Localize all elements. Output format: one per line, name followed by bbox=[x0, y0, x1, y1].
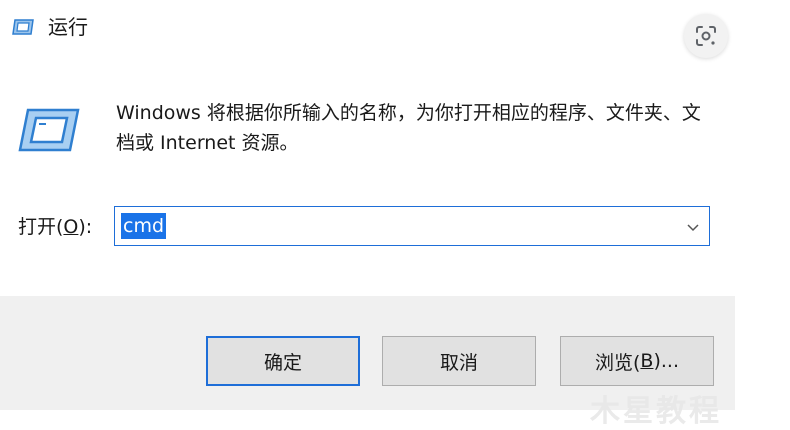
run-app-icon bbox=[12, 18, 34, 36]
window-title: 运行 bbox=[48, 15, 88, 39]
open-input-value[interactable]: cmd bbox=[121, 213, 167, 239]
ok-button[interactable]: 确定 bbox=[206, 336, 360, 386]
cancel-button[interactable]: 取消 bbox=[382, 336, 536, 386]
run-dialog: 运行 Windows 将根据你所输入的名称，为你打开相应的程序、文件夹、文档或 … bbox=[0, 0, 735, 426]
description-text: Windows 将根据你所输入的名称，为你打开相应的程序、文件夹、文档或 Int… bbox=[116, 102, 701, 154]
watermark-text: 木星教程 bbox=[590, 394, 722, 429]
chevron-down-icon[interactable] bbox=[685, 219, 701, 235]
open-combobox[interactable]: cmd bbox=[114, 206, 710, 246]
browse-button[interactable]: 浏览(B)... bbox=[560, 336, 714, 386]
run-program-icon bbox=[16, 106, 80, 154]
google-lens-icon[interactable] bbox=[684, 14, 728, 58]
open-label: 打开(O): bbox=[18, 216, 93, 238]
title-bar: 运行 bbox=[0, 0, 735, 58]
